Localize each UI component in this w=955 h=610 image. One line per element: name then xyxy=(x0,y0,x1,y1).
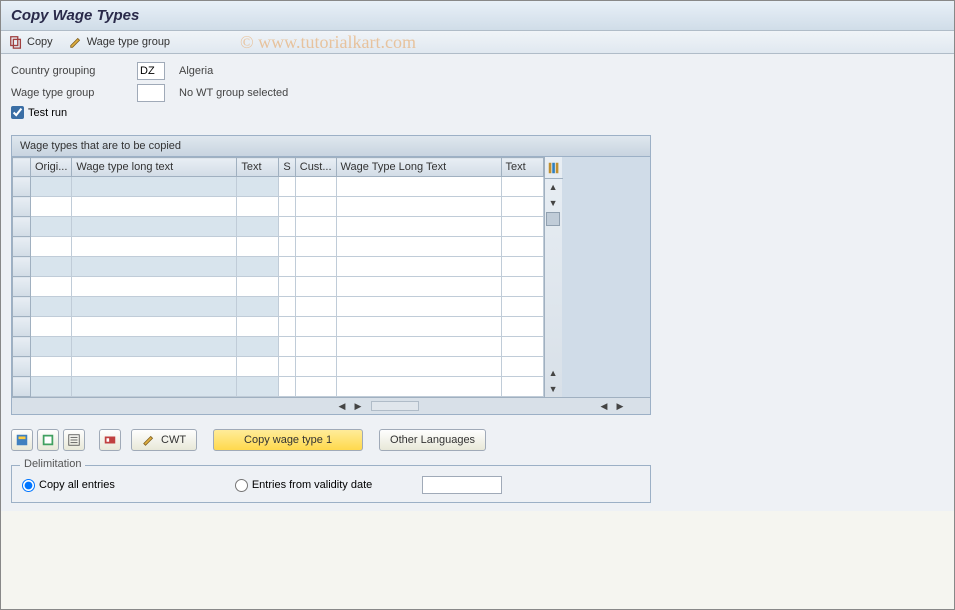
col-s[interactable]: S xyxy=(279,158,295,177)
copy-wage-type-1-label: Copy wage type 1 xyxy=(244,434,332,446)
country-grouping-label: Country grouping xyxy=(11,65,131,77)
col-text[interactable]: Text xyxy=(237,158,279,177)
col-wage-type-long-text[interactable]: Wage type long text xyxy=(72,158,237,177)
wage-type-group-button[interactable]: Wage type group xyxy=(69,35,170,49)
configure-columns-icon[interactable] xyxy=(545,157,563,179)
table-row[interactable] xyxy=(13,177,544,197)
hscroll-track-1[interactable] xyxy=(370,398,420,414)
scroll-up-button[interactable]: ▲ xyxy=(545,179,562,195)
other-languages-button[interactable]: Other Languages xyxy=(379,429,486,451)
wage-types-table-panel: Wage types that are to be copied Origi..… xyxy=(11,135,651,415)
validity-date-input[interactable] xyxy=(422,476,502,494)
wage-type-group-label: Wage type group xyxy=(87,36,170,48)
entries-from-label: Entries from validity date xyxy=(252,479,372,491)
wage-types-table[interactable]: Origi... Wage type long text Text S Cust… xyxy=(12,157,544,397)
wage-type-group-text: No WT group selected xyxy=(179,87,288,99)
cwt-label: CWT xyxy=(161,434,186,446)
table-row[interactable] xyxy=(13,217,544,237)
other-languages-label: Other Languages xyxy=(390,434,475,446)
title-bar: Copy Wage Types xyxy=(1,1,954,31)
app-toolbar: Copy Wage type group xyxy=(1,31,954,54)
entries-from-radio[interactable] xyxy=(235,479,248,492)
content-area: Country grouping Algeria Wage type group… xyxy=(1,54,954,511)
test-run-label: Test run xyxy=(28,107,67,119)
delimitation-group: Delimitation Copy all entries Entries fr… xyxy=(11,465,651,503)
table-row[interactable] xyxy=(13,197,544,217)
table-title: Wage types that are to be copied xyxy=(12,136,650,157)
table-row[interactable] xyxy=(13,277,544,297)
icon-button-3[interactable] xyxy=(63,429,85,451)
hscroll-left-1[interactable]: ◀▶ xyxy=(334,398,370,414)
copy-icon xyxy=(9,35,23,49)
wage-type-group-label-field: Wage type group xyxy=(11,87,131,99)
table-row[interactable] xyxy=(13,297,544,317)
scroll-thumb[interactable] xyxy=(546,212,560,226)
delimitation-title: Delimitation xyxy=(20,458,85,470)
copy-all-radio-item[interactable]: Copy all entries xyxy=(22,479,115,492)
test-run-row: Test run xyxy=(11,106,944,119)
table-row[interactable] xyxy=(13,237,544,257)
copy-label: Copy xyxy=(27,36,53,48)
country-name-text: Algeria xyxy=(179,65,213,77)
col-wage-type-long-text-2[interactable]: Wage Type Long Text xyxy=(336,158,501,177)
scroll-down-bottom-button[interactable]: ▼ xyxy=(545,381,562,397)
col-cust[interactable]: Cust... xyxy=(295,158,336,177)
table-row[interactable] xyxy=(13,317,544,337)
pencil-icon xyxy=(69,35,83,49)
select-all-header[interactable] xyxy=(13,158,31,177)
copy-wage-type-1-button[interactable]: Copy wage type 1 xyxy=(213,429,363,451)
edit-icon xyxy=(142,433,156,447)
cwt-button[interactable]: CWT xyxy=(131,429,197,451)
table-row[interactable] xyxy=(13,357,544,377)
table-row[interactable] xyxy=(13,257,544,277)
vertical-scrollbar[interactable]: ▲ ▼ ▲ ▼ xyxy=(544,157,562,397)
test-run-checkbox[interactable] xyxy=(11,106,24,119)
scroll-track[interactable] xyxy=(545,227,562,365)
scroll-up-bottom-button[interactable]: ▲ xyxy=(545,365,562,381)
icon-button-4[interactable] xyxy=(99,429,121,451)
action-button-row: CWT Copy wage type 1 Other Languages xyxy=(11,429,944,451)
wage-type-group-input[interactable] xyxy=(137,84,165,102)
col-origi[interactable]: Origi... xyxy=(31,158,72,177)
copy-all-label: Copy all entries xyxy=(39,479,115,491)
scroll-down-button[interactable]: ▼ xyxy=(545,195,562,211)
col-text-2[interactable]: Text xyxy=(501,158,543,177)
country-grouping-input[interactable] xyxy=(137,62,165,80)
copy-button[interactable]: Copy xyxy=(9,35,53,49)
icon-button-1[interactable] xyxy=(11,429,33,451)
icon-button-2[interactable] xyxy=(37,429,59,451)
table-row[interactable] xyxy=(13,377,544,397)
wage-type-group-row: Wage type group No WT group selected xyxy=(11,84,944,102)
page-title: Copy Wage Types xyxy=(11,7,139,24)
entries-from-radio-item[interactable]: Entries from validity date xyxy=(235,479,372,492)
horizontal-scrollbar-row: ◀▶ ◀▶ xyxy=(12,397,650,414)
country-grouping-row: Country grouping Algeria xyxy=(11,62,944,80)
copy-all-radio[interactable] xyxy=(22,479,35,492)
hscroll-right-1[interactable]: ◀▶ xyxy=(596,398,632,414)
table-row[interactable] xyxy=(13,337,544,357)
